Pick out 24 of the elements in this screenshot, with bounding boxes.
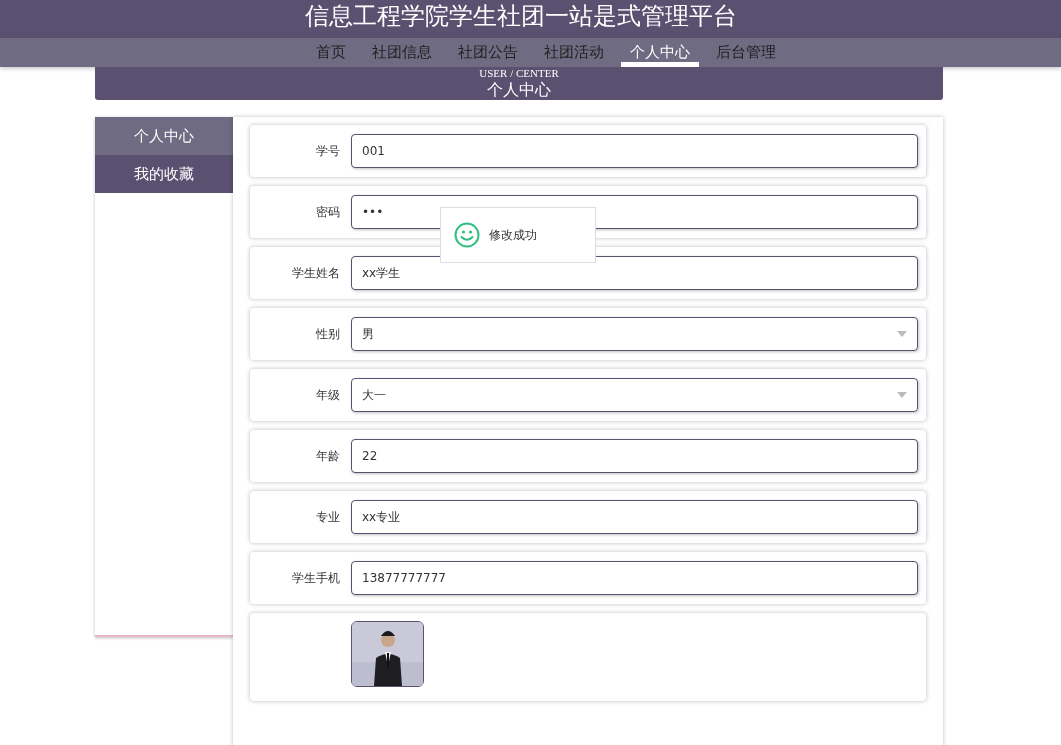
input-field[interactable]: 001 [351,134,918,168]
field-label: 学生姓名 [291,264,341,282]
input-field[interactable]: 22 [351,439,918,473]
select-field[interactable]: 男 [351,317,918,351]
field-label: 年龄 [315,447,341,465]
toast-message: 修改成功 [489,226,537,244]
banner-subtitle: USER / CENTER [479,67,559,80]
field-label: 学生手机 [291,569,341,587]
select-field[interactable]: 大一 [351,378,918,412]
field-label: 性别 [315,325,341,343]
caret-icon [897,392,907,398]
input-field[interactable]: 13877777777 [351,561,918,595]
field-label: 密码 [315,203,341,221]
field-label: 年级 [315,386,341,404]
banner-title: 个人中心 [487,80,551,100]
site-title: 信息工程学院学生社团一站是式管理平台 [304,1,738,32]
field-label: 学号 [315,142,341,160]
input-field[interactable]: xx学生 [351,256,918,290]
caret-icon [897,331,907,337]
field-label: 专业 [315,508,341,526]
input-field[interactable]: xx专业 [351,500,918,534]
sidebar-item[interactable]: 个人中心 [95,117,233,155]
smiley-icon [454,222,480,248]
sidebar-item[interactable]: 我的收藏 [95,155,233,193]
